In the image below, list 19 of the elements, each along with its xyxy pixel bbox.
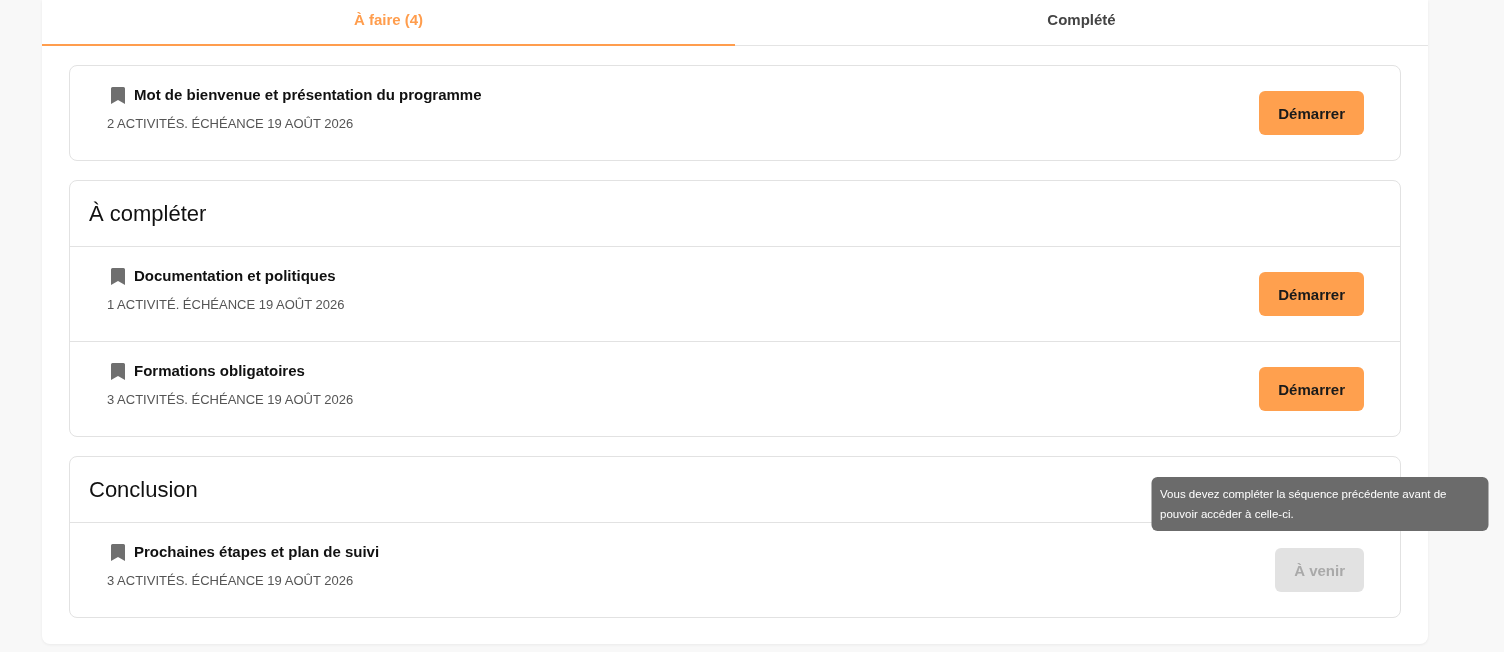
- bookmark-icon: [111, 267, 125, 285]
- section-title: À compléter: [89, 200, 207, 228]
- item-title: Prochaines étapes et plan de suivi: [134, 542, 380, 562]
- start-button[interactable]: Démarrer: [1259, 272, 1364, 316]
- bookmark-icon: [111, 86, 125, 104]
- section-title: Conclusion: [89, 476, 198, 504]
- item-meta: 2 ACTIVITÉS. ÉCHÉANCE 19 AOÛT 2026: [107, 116, 354, 132]
- tooltip: Vous devez compléter la séquence précédente avant de pouvoir accéder à celle-ci.: [1151, 477, 1489, 531]
- start-button[interactable]: Démarrer: [1259, 367, 1364, 411]
- start-button[interactable]: Démarrer: [1259, 91, 1364, 135]
- item-title: Mot de bienvenue et présentation du programme: [134, 85, 482, 105]
- item-title: Formations obligatoires: [134, 361, 305, 381]
- bookmark-icon: [111, 362, 125, 380]
- item-meta: 3 ACTIVITÉS. ÉCHÉANCE 19 AOÛT 2026: [107, 392, 354, 408]
- bookmark-icon: [111, 543, 125, 561]
- item-title: Documentation et politiques: [134, 266, 336, 286]
- tab[interactable]: Complété: [735, 0, 1428, 46]
- item-meta: 1 ACTIVITÉ. ÉCHÉANCE 19 AOÛT 2026: [107, 297, 345, 313]
- item-meta: 3 ACTIVITÉS. ÉCHÉANCE 19 AOÛT 2026: [107, 573, 354, 589]
